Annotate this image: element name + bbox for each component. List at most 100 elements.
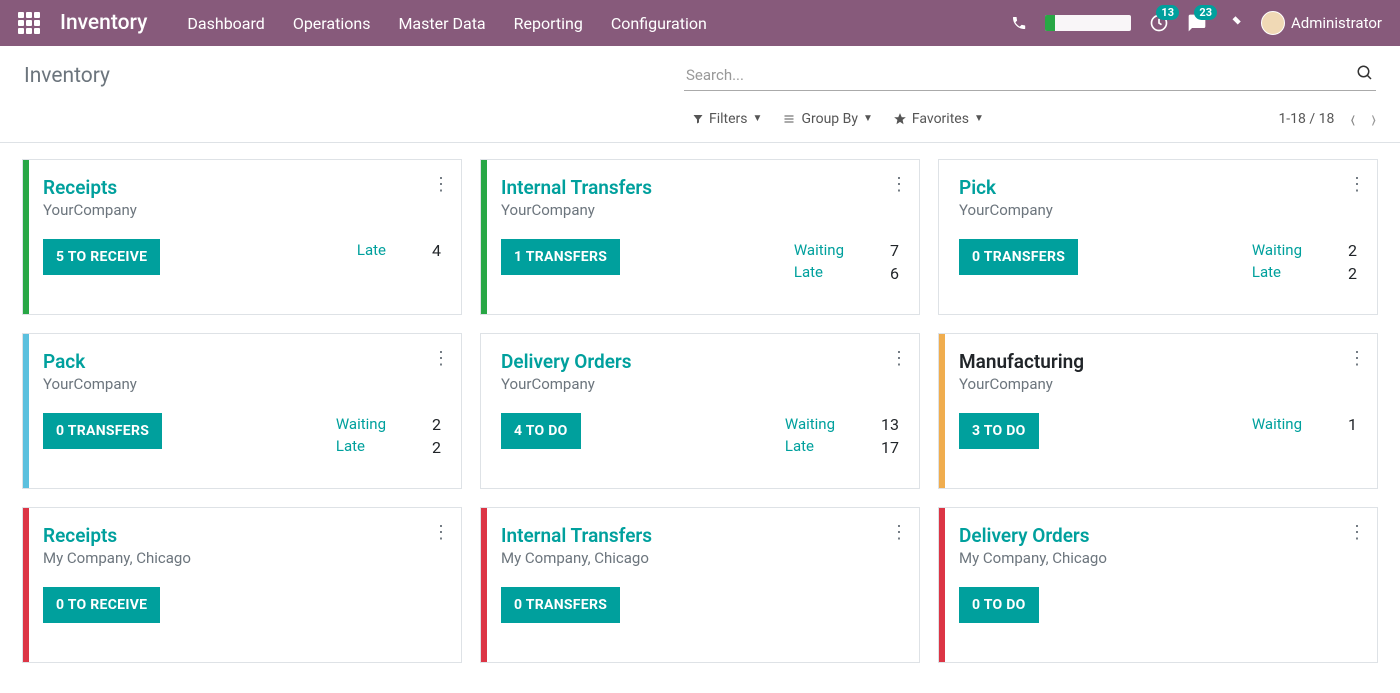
search-icon[interactable] <box>1356 64 1374 86</box>
card-action-button[interactable]: 0 TRANSFERS <box>43 413 162 449</box>
metric-label[interactable]: Waiting <box>1252 239 1302 261</box>
card-subtitle: My Company, Chicago <box>501 549 899 567</box>
card-title[interactable]: Pick <box>959 176 1357 199</box>
card-body: 0 TRANSFERS WaitingLate 22 <box>43 413 441 459</box>
card-action-button[interactable]: 0 TRANSFERS <box>959 239 1078 275</box>
metric-label[interactable]: Waiting <box>785 413 835 435</box>
kebab-icon[interactable]: ⋮ <box>890 174 907 195</box>
kebab-icon[interactable]: ⋮ <box>890 348 907 369</box>
kanban-card[interactable]: ⋮Internal Transfers YourCompany 1 TRANSFER… <box>480 159 920 315</box>
metric-value[interactable]: 17 <box>881 436 899 459</box>
groupby-label: Group By <box>801 111 858 127</box>
filters-label: Filters <box>709 111 748 127</box>
kanban-card[interactable]: ⋮ReceiptsYourCompany5 TO RECEIVELate4 <box>22 159 462 315</box>
phone-icon[interactable] <box>1011 15 1027 31</box>
user-menu[interactable]: Administrator <box>1261 11 1382 35</box>
card-title[interactable]: Internal Transfers <box>501 176 899 199</box>
kanban-card[interactable]: ⋮ReceiptsMy Company, Chicago0 TO RECEIVE <box>22 507 462 663</box>
metric-value[interactable]: 2 <box>432 413 441 436</box>
card-title[interactable]: Receipts <box>43 524 441 547</box>
star-icon <box>893 112 907 126</box>
card-action-button[interactable]: 4 TO DO <box>501 413 581 449</box>
clock-icon[interactable]: 13 <box>1149 13 1169 33</box>
nav-dashboard[interactable]: Dashboard <box>187 14 264 33</box>
metric-label[interactable]: Waiting <box>1252 413 1302 435</box>
card-title[interactable]: Manufacturing <box>959 350 1357 373</box>
card-title[interactable]: Delivery Orders <box>959 524 1357 547</box>
card-title[interactable]: Internal Transfers <box>501 524 899 547</box>
chat-icon[interactable]: 23 <box>1187 13 1207 33</box>
clock-badge: 13 <box>1156 5 1179 20</box>
metric-value[interactable]: 1 <box>1348 413 1357 436</box>
card-accent <box>23 334 29 488</box>
card-action-button[interactable]: 3 TO DO <box>959 413 1039 449</box>
favorites-button[interactable]: Favorites ▼ <box>893 111 984 127</box>
kebab-icon[interactable]: ⋮ <box>1348 522 1365 543</box>
card-title[interactable]: Receipts <box>43 176 441 199</box>
kanban-card[interactable]: ⋮Delivery Orders My Company, Chicago 0 TO … <box>938 507 1378 663</box>
card-accent <box>481 160 487 314</box>
card-subtitle: My Company, Chicago <box>959 549 1357 567</box>
nav-master-data[interactable]: Master Data <box>398 14 485 33</box>
caret-down-icon: ▼ <box>974 113 984 124</box>
metric-value[interactable]: 13 <box>881 413 899 436</box>
pager-next[interactable]: › <box>1371 103 1376 133</box>
metric-label[interactable]: Late <box>357 239 386 261</box>
pager-prev[interactable]: ‹ <box>1350 103 1355 133</box>
metric-label[interactable]: Late <box>794 261 844 283</box>
card-accent <box>939 334 945 488</box>
kanban-card[interactable]: ⋮ManufacturingYourCompany3 TO DOWaiting1 <box>938 333 1378 489</box>
tools-icon[interactable] <box>1225 14 1243 32</box>
card-body: 1 TRANSFERS WaitingLate 76 <box>501 239 899 285</box>
card-action-button[interactable]: 0 TO DO <box>959 587 1039 623</box>
metric-label[interactable]: Late <box>785 435 835 457</box>
card-body: 3 TO DO Waiting 1 <box>959 413 1357 449</box>
card-metrics: WaitingLate 22 <box>1252 239 1357 285</box>
card-accent <box>481 508 487 662</box>
apps-icon[interactable] <box>18 12 40 34</box>
kanban-cards: ⋮ReceiptsYourCompany5 TO RECEIVELate4⋮In… <box>0 143 1400 679</box>
kanban-card[interactable]: ⋮PickYourCompany0 TRANSFERSWaitingLate22 <box>938 159 1378 315</box>
progress-bar[interactable] <box>1045 15 1131 31</box>
metric-value[interactable]: 2 <box>432 436 441 459</box>
app-brand: Inventory <box>60 11 147 35</box>
card-subtitle: YourCompany <box>501 375 899 393</box>
card-subtitle: YourCompany <box>501 201 899 219</box>
metric-label[interactable]: Late <box>336 435 386 457</box>
kebab-icon[interactable]: ⋮ <box>432 522 449 543</box>
card-action-button[interactable]: 0 TRANSFERS <box>501 587 620 623</box>
kebab-icon[interactable]: ⋮ <box>1348 174 1365 195</box>
metric-value[interactable]: 2 <box>1348 239 1357 262</box>
kanban-card[interactable]: ⋮Pack YourCompany 0 TRANSFERS WaitingLate 22 <box>22 333 462 489</box>
metric-label[interactable]: Waiting <box>794 239 844 261</box>
kebab-icon[interactable]: ⋮ <box>432 348 449 369</box>
metric-value[interactable]: 7 <box>890 239 899 262</box>
card-title[interactable]: Pack <box>43 350 441 373</box>
pager-text[interactable]: 1-18 / 18 <box>1278 111 1334 127</box>
nav-operations[interactable]: Operations <box>293 14 371 33</box>
metric-label[interactable]: Waiting <box>336 413 386 435</box>
kebab-icon[interactable]: ⋮ <box>1348 348 1365 369</box>
card-accent <box>23 508 29 662</box>
card-title[interactable]: Delivery Orders <box>501 350 899 373</box>
filters-button[interactable]: Filters ▼ <box>692 111 762 127</box>
search-input[interactable] <box>684 60 1376 91</box>
card-action-button[interactable]: 0 TO RECEIVE <box>43 587 160 623</box>
nav-reporting[interactable]: Reporting <box>514 14 583 33</box>
kanban-card[interactable]: ⋮Delivery Orders YourCompany 4 TO DO Waitin… <box>480 333 920 489</box>
kanban-card[interactable]: ⋮Internal Transfers My Company, Chicago 0 … <box>480 507 920 663</box>
metric-value[interactable]: 2 <box>1348 262 1357 285</box>
nav-configuration[interactable]: Configuration <box>611 14 707 33</box>
kebab-icon[interactable]: ⋮ <box>432 174 449 195</box>
card-body: 0 TRANSFERS <box>501 587 899 623</box>
groupby-button[interactable]: Group By ▼ <box>782 111 872 127</box>
metric-value[interactable]: 4 <box>432 239 441 262</box>
metric-label[interactable]: Late <box>1252 261 1302 283</box>
kebab-icon[interactable]: ⋮ <box>890 522 907 543</box>
card-action-button[interactable]: 1 TRANSFERS <box>501 239 620 275</box>
card-action-button[interactable]: 5 TO RECEIVE <box>43 239 160 275</box>
card-body: 0 TO DO <box>959 587 1357 623</box>
card-subtitle: YourCompany <box>43 375 441 393</box>
metric-value[interactable]: 6 <box>890 262 899 285</box>
card-metrics: Late 4 <box>357 239 441 262</box>
